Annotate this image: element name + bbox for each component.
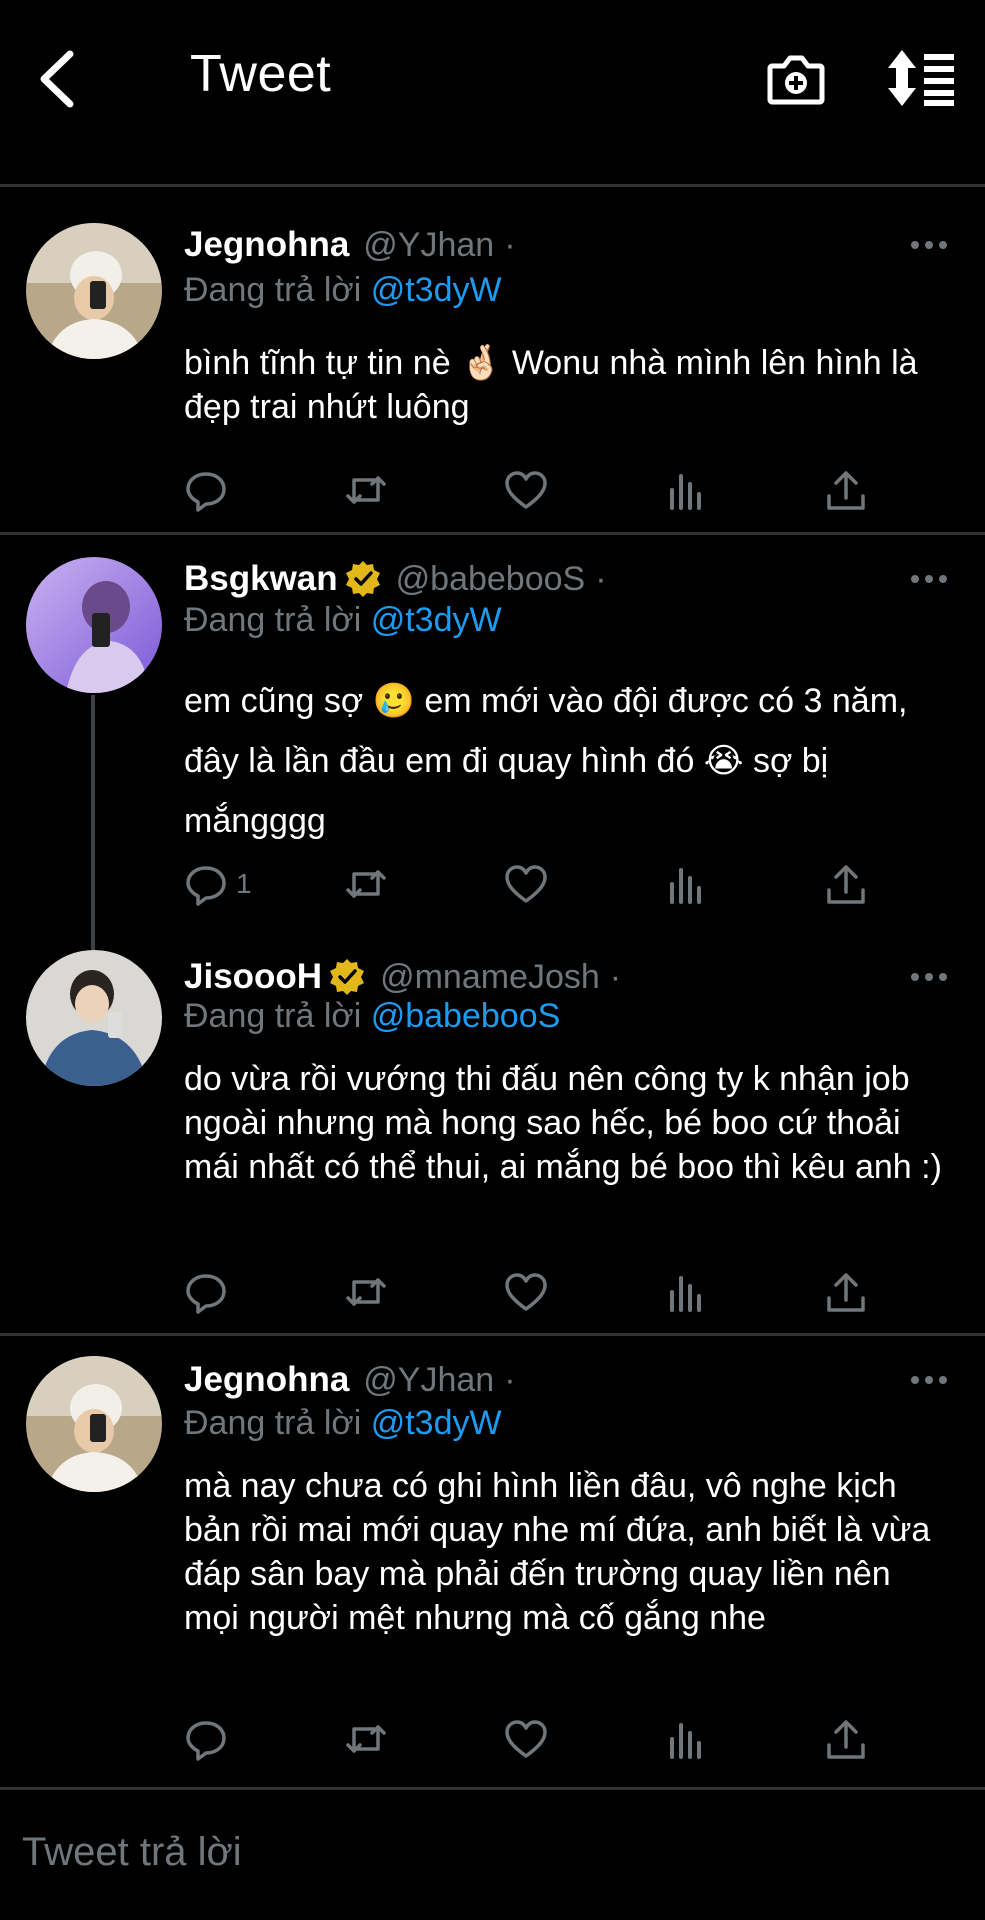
avatar[interactable]: [26, 223, 162, 359]
page-title: Tweet: [190, 45, 332, 103]
author-name[interactable]: Jegnohna: [184, 1360, 349, 1400]
more-icon[interactable]: [909, 1360, 949, 1400]
author-row: Jegnohna @YJhan ·: [184, 1358, 516, 1402]
share-button[interactable]: [824, 467, 868, 513]
reply-button[interactable]: [184, 1716, 236, 1762]
retweet-button[interactable]: [344, 467, 388, 513]
reply-icon: [186, 1721, 226, 1761]
retweet-button[interactable]: [344, 1716, 388, 1762]
replying-to-label: Đang trả lời: [184, 271, 362, 309]
verified-badge-icon: [330, 959, 365, 995]
views-button[interactable]: [664, 1269, 708, 1315]
tweet-1[interactable]: Jegnohna @YJhan · Đang trả lời @t3dyW bì…: [0, 187, 985, 532]
chevron-left-icon[interactable]: [36, 48, 80, 110]
views-button[interactable]: [664, 467, 708, 513]
author-row: Jegnohna @YJhan ·: [184, 223, 516, 267]
heart-icon: [505, 471, 547, 509]
retweet-icon: [346, 1278, 386, 1306]
author-handle[interactable]: @babebooS: [396, 560, 586, 599]
retweet-icon: [346, 870, 386, 898]
share-icon: [827, 1273, 865, 1312]
tweet-actions: [184, 1269, 884, 1315]
reply-count: 1: [236, 868, 252, 899]
views-button[interactable]: [664, 861, 708, 907]
share-icon: [827, 471, 865, 510]
avatar[interactable]: [26, 1356, 162, 1492]
tweet-text: em cũng sợ 🥲 em mới vào đội được có 3 nă…: [184, 682, 908, 840]
author-row: JisoooH @mnameJosh ·: [184, 955, 621, 999]
tweet-text: do vừa rồi vướng thi đấu nên công ty k n…: [184, 1060, 942, 1186]
replying-to-label: Đang trả lời: [184, 997, 362, 1035]
retweet-icon: [346, 476, 386, 504]
bar-chart-icon: [670, 474, 701, 510]
reply-button[interactable]: [184, 1269, 236, 1315]
heart-icon: [505, 1273, 547, 1311]
avatar[interactable]: [26, 557, 162, 693]
reply-compose-bar[interactable]: Tweet trả lời: [0, 1790, 985, 1920]
reply-button[interactable]: 1: [184, 861, 252, 907]
replying-to: Đang trả lời @t3dyW: [184, 271, 502, 310]
tweet-actions: [184, 1716, 884, 1762]
replying-to-label: Đang trả lời: [184, 1404, 362, 1442]
author-name[interactable]: JisoooH: [184, 957, 322, 997]
share-icon: [827, 1720, 865, 1759]
like-button[interactable]: [504, 861, 548, 907]
bar-chart-icon: [670, 1276, 701, 1312]
bar-chart-icon: [670, 1723, 701, 1759]
separator-dot: ·: [609, 957, 622, 996]
tweet-4[interactable]: Jegnohna @YJhan · Đang trả lời @t3dyW mà…: [0, 1336, 985, 1786]
reply-icon: [186, 472, 226, 512]
replying-to: Đang trả lời @t3dyW: [184, 1404, 502, 1443]
tweet-actions: 1: [184, 861, 884, 907]
sort-list-icon[interactable]: [888, 50, 954, 106]
top-bar: Tweet: [0, 0, 985, 186]
tweet-3[interactable]: JisoooH @mnameJosh · Đang trả lời @babeb…: [0, 935, 985, 1333]
reply-input[interactable]: Tweet trả lời: [22, 1830, 242, 1875]
share-button[interactable]: [824, 1269, 868, 1315]
more-icon[interactable]: [909, 559, 949, 599]
reply-mention[interactable]: @t3dyW: [371, 271, 502, 309]
reply-icon: [186, 866, 226, 906]
tweet-2[interactable]: Bsgkwan @babebooS · Đang trả lời @t3dyW …: [0, 535, 985, 935]
more-icon[interactable]: [909, 225, 949, 265]
replying-to-label: Đang trả lời: [184, 601, 362, 639]
replying-to: Đang trả lời @t3dyW: [184, 601, 502, 640]
tweet-actions: [184, 467, 884, 513]
avatar[interactable]: [26, 950, 162, 1086]
author-row: Bsgkwan @babebooS ·: [184, 557, 607, 601]
share-button[interactable]: [824, 1716, 868, 1762]
author-handle[interactable]: @YJhan: [363, 226, 494, 265]
more-icon[interactable]: [909, 957, 949, 997]
retweet-button[interactable]: [344, 861, 388, 907]
tweet-text: mà nay chưa có ghi hình liền đâu, vô ngh…: [184, 1467, 931, 1637]
reply-mention[interactable]: @t3dyW: [371, 601, 502, 639]
heart-icon: [505, 865, 547, 903]
like-button[interactable]: [504, 467, 548, 513]
reply-mention[interactable]: @babebooS: [371, 997, 561, 1035]
like-button[interactable]: [504, 1269, 548, 1315]
replying-to: Đang trả lời @babebooS: [184, 997, 560, 1036]
author-name[interactable]: Jegnohna: [184, 225, 349, 265]
share-button[interactable]: [824, 861, 868, 907]
like-button[interactable]: [504, 1716, 548, 1762]
reply-icon: [186, 1274, 226, 1314]
separator-dot: ·: [504, 1360, 516, 1399]
author-name[interactable]: Bsgkwan: [184, 559, 338, 599]
views-button[interactable]: [664, 1716, 708, 1762]
author-handle[interactable]: @YJhan: [363, 1361, 494, 1400]
camera-plus-icon[interactable]: [766, 48, 826, 108]
retweet-icon: [346, 1725, 386, 1753]
separator-dot: ·: [504, 225, 516, 264]
separator-dot: ·: [595, 559, 607, 598]
reply-mention[interactable]: @t3dyW: [371, 1404, 502, 1442]
reply-button[interactable]: [184, 467, 236, 513]
bar-chart-icon: [670, 868, 701, 904]
tweet-text: bình tĩnh tự tin nè 🤞🏻 Wonu nhà mình lên…: [184, 344, 918, 426]
verified-badge-icon: [345, 561, 380, 597]
heart-icon: [505, 1720, 547, 1758]
author-handle[interactable]: @mnameJosh: [380, 958, 600, 997]
retweet-button[interactable]: [344, 1269, 388, 1315]
share-icon: [827, 865, 865, 904]
